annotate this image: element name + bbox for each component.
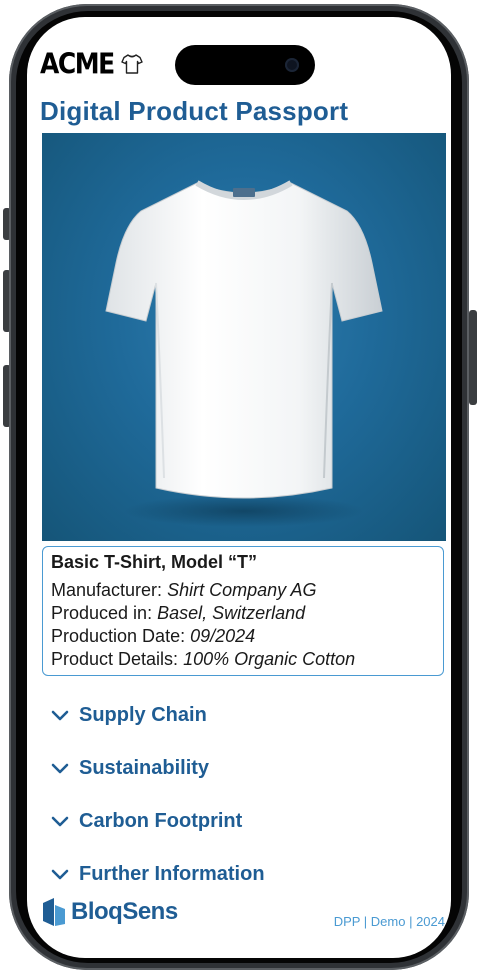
produced-in-value: Basel, Switzerland	[157, 603, 306, 623]
chevron-down-icon	[51, 816, 69, 826]
supply-chain-label: Supply Chain	[79, 704, 207, 726]
carbon-footprint-label: Carbon Footprint	[79, 810, 243, 832]
produced-in-row: Produced in: Basel, Switzerland	[51, 602, 435, 625]
production-date-label: Production Date:	[51, 626, 186, 646]
chevron-down-icon	[51, 869, 69, 879]
section-accordion: Supply Chain Sustainability Carbon Footp…	[51, 689, 431, 901]
product-name: Basic T-Shirt, Model “T”	[51, 552, 258, 572]
further-information-toggle[interactable]: Further Information	[51, 848, 431, 901]
chevron-down-icon	[51, 710, 69, 720]
produced-in-label: Produced in:	[51, 603, 153, 623]
power-button[interactable]	[469, 310, 477, 405]
product-details-value: 100% Organic Cotton	[183, 649, 356, 669]
manufacturer-label: Manufacturer:	[51, 580, 163, 600]
brand-logo-text: ACME	[40, 46, 115, 81]
dynamic-island	[175, 45, 315, 85]
product-details-row: Product Details: 100% Organic Cotton	[51, 648, 435, 671]
product-image	[42, 133, 446, 541]
product-info-card: Basic T-Shirt, Model “T” Manufacturer: S…	[42, 546, 444, 676]
t-shirt-icon	[120, 53, 143, 74]
manufacturer-row: Manufacturer: Shirt Company AG	[51, 579, 435, 602]
brand-header: ACME	[40, 46, 144, 81]
manufacturer-value: Shirt Company AG	[167, 580, 317, 600]
camera-icon	[285, 58, 299, 72]
page-title: Digital Product Passport	[40, 96, 349, 126]
product-details-label: Product Details:	[51, 649, 179, 669]
sustainability-toggle[interactable]: Sustainability	[51, 742, 431, 795]
phone-screen: ACME Digital Product Passport Basic T-Sh…	[27, 17, 451, 958]
production-date-value: 09/2024	[190, 626, 256, 646]
footer-meta-text: DPP | Demo | 2024	[333, 914, 445, 929]
chevron-down-icon	[51, 763, 69, 773]
bloqsens-logo-icon	[43, 898, 65, 926]
sustainability-label: Sustainability	[79, 757, 210, 779]
footer-brand-name: BloqSens	[71, 898, 178, 925]
further-information-label: Further Information	[79, 863, 265, 885]
t-shirt-photo	[105, 180, 383, 527]
supply-chain-toggle[interactable]: Supply Chain	[51, 689, 431, 742]
production-date-row: Production Date: 09/2024	[51, 625, 435, 648]
carbon-footprint-toggle[interactable]: Carbon Footprint	[51, 795, 431, 848]
footer-logo[interactable]: BloqSens	[41, 897, 178, 927]
